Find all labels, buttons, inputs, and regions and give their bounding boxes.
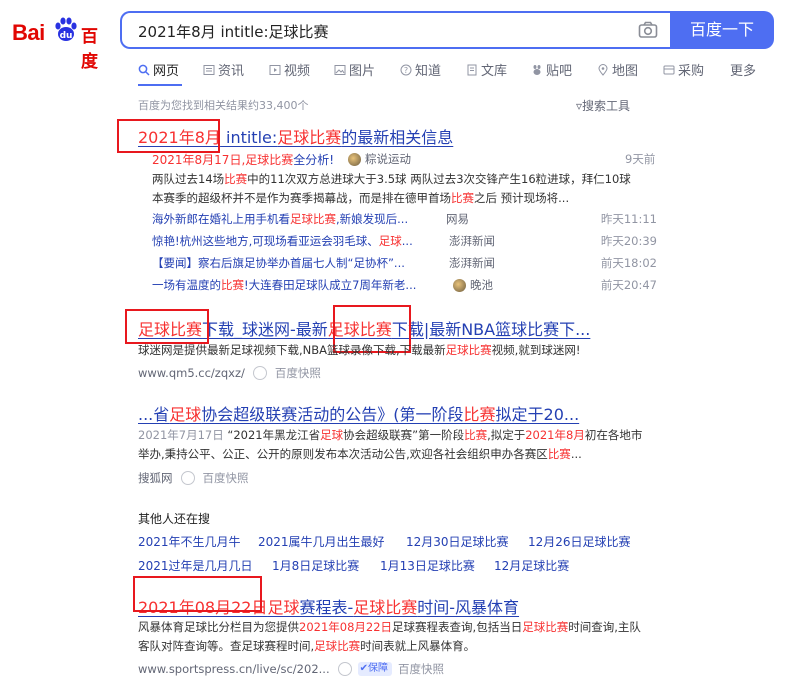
safety-badge[interactable]: ✔保障 xyxy=(357,662,392,676)
search-input[interactable]: 2021年8月 intitle:足球比赛 xyxy=(120,11,672,49)
question-icon: ? xyxy=(400,64,412,75)
result-snippet-1: 两队过去14场比赛中的11次双方总进球大于3.5球 两队过去3次交锋产生16粒进… xyxy=(152,170,662,208)
news-item-title[interactable]: 一场有温度的比赛!大连春田足球队成立7周年新老... xyxy=(152,277,416,293)
news-item-time: 昨天20:39 xyxy=(600,234,657,248)
paw-icon: du xyxy=(55,17,77,41)
tab-tieba[interactable]: 贴吧 xyxy=(531,60,572,79)
tieba-icon xyxy=(533,64,541,75)
news-item[interactable]: 一场有温度的比赛!大连春田足球队成立7周年新老... 晚池 前天20:47 xyxy=(152,277,657,297)
tab-zhidao[interactable]: ? 知道 xyxy=(400,60,441,79)
result-count: 百度为您找到相关结果约33,400个 xyxy=(138,99,309,112)
snippet-line: 风暴体育足球比分栏目为您提供2021年08月22日足球赛程表查询,包括当日足球比… xyxy=(138,620,641,634)
news-item-time: 昨天11:11 xyxy=(600,212,657,226)
logo-text-du: 百度 xyxy=(81,27,98,72)
result-snippet-4: 风暴体育足球比分栏目为您提供2021年08月22日足球赛程表查询,包括当日足球比… xyxy=(138,618,668,656)
snippet-line: 2021年7月17日 “2021年黑龙江省足球协会超级联赛”第一阶段比赛,拟定于… xyxy=(138,428,643,442)
tab-map[interactable]: 地图 xyxy=(597,60,638,79)
document-icon xyxy=(467,64,477,75)
video-icon xyxy=(269,64,281,75)
result-source-4: www.sportspress.cn/live/sc/202... ✔保障 百度… xyxy=(138,661,444,677)
result-source-2: www.qm5.cc/zqxz/ 百度快照 xyxy=(138,365,321,381)
related-search-link[interactable]: 12月26日足球比赛 xyxy=(528,533,631,550)
related-search-link[interactable]: 2021属牛几月出生最好 xyxy=(258,533,385,550)
search-tabs: 网页 资讯 视频 图片 ? 知道 文库 贴吧 地图 采购 更多 xyxy=(132,60,782,82)
result-snippet-2: 球迷网是提供最新足球视频下载,NBA篮球录像下载,下载最新足球比赛视频,就到球迷… xyxy=(138,343,581,357)
snapshot-link[interactable]: 百度快照 xyxy=(203,470,249,486)
more-options-icon[interactable] xyxy=(180,471,195,485)
news-item-source: 澎湃新闻 xyxy=(449,256,495,270)
result-source-3: 搜狐网 百度快照 xyxy=(138,470,249,486)
avatar xyxy=(453,278,466,292)
news-item[interactable]: 海外新郎在婚礼上用手机看足球比赛,新娘发现后... 网易 昨天11:11 xyxy=(152,211,657,231)
result-url[interactable]: www.sportspress.cn/live/sc/202... xyxy=(138,662,330,676)
search-tools-button[interactable]: ▿搜索工具 xyxy=(576,97,630,114)
tab-images[interactable]: 图片 xyxy=(334,60,375,79)
snippet-line: 本赛季的超级杯并不是作为赛季揭幕战，而是排在德甲首场比赛之后 预计现场将... xyxy=(152,191,570,205)
result-url[interactable]: www.qm5.cc/zqxz/ xyxy=(138,366,245,380)
news-item-title[interactable]: 【要闻】察右后旗足协举办首届七人制“足协杯”... xyxy=(152,255,405,271)
news-item[interactable]: 惊艳!杭州这些地方,可现场看亚运会羽毛球、足球... 澎湃新闻 昨天20:39 xyxy=(152,233,657,253)
news-item-source: 网易 xyxy=(446,212,469,226)
shield-icon: ✔ xyxy=(359,663,368,674)
avatar xyxy=(348,152,361,166)
news-time: 9天前 xyxy=(625,152,656,166)
related-searches-heading: 其他人还在搜 xyxy=(138,512,211,526)
news-headline[interactable]: 2021年8月17日,足球比赛全分析! xyxy=(152,151,334,168)
news-item-source: 晚池 xyxy=(453,277,493,293)
svg-text:?: ? xyxy=(404,66,408,75)
related-search-link[interactable]: 2021过年是几月几日 xyxy=(138,557,253,574)
highlight-box xyxy=(133,576,262,612)
highlight-box xyxy=(117,119,220,153)
tab-more[interactable]: 更多 xyxy=(730,60,756,79)
news-icon xyxy=(203,64,215,75)
logo-text-bai: Bai xyxy=(12,20,45,45)
result-snippet-3: 2021年7月17日 “2021年黑龙江省足球协会超级联赛”第一阶段比赛,拟定于… xyxy=(138,426,668,464)
snapshot-link[interactable]: 百度快照 xyxy=(275,365,321,381)
search-button[interactable]: 百度一下 xyxy=(670,11,774,49)
news-item[interactable]: 【要闻】察右后旗足协举办首届七人制“足协杯”... 澎湃新闻 前天18:02 xyxy=(152,255,657,275)
baidu-logo[interactable]: Bai du 百度 xyxy=(12,14,112,72)
tab-web[interactable]: 网页 xyxy=(138,60,179,79)
snippet-line: 两队过去14场比赛中的11次双方总进球大于3.5球 两队过去3次交锋产生16粒进… xyxy=(152,172,631,186)
highlight-box xyxy=(125,309,209,344)
tab-purchase[interactable]: 采购 xyxy=(663,60,704,79)
snippet-line: 举办,秉持公平、公正、公开的原则发布本次活动公告,欢迎各社会组织申办各赛区比赛.… xyxy=(138,447,582,461)
cart-icon xyxy=(663,65,675,74)
svg-text:du: du xyxy=(60,31,73,41)
search-icon xyxy=(138,64,150,76)
snapshot-link[interactable]: 百度快照 xyxy=(398,661,444,677)
news-item-title[interactable]: 惊艳!杭州这些地方,可现场看亚运会羽毛球、足球... xyxy=(152,233,413,249)
active-tab-indicator xyxy=(138,84,182,86)
more-options-icon[interactable] xyxy=(252,366,267,380)
result-source-name[interactable]: 搜狐网 xyxy=(138,470,173,486)
tab-news[interactable]: 资讯 xyxy=(203,60,244,79)
news-item-source: 澎湃新闻 xyxy=(449,234,495,248)
related-search-link[interactable]: 12月足球比赛 xyxy=(494,557,569,574)
news-source: 粽说运动 xyxy=(348,151,411,167)
related-search-link[interactable]: 12月30日足球比赛 xyxy=(406,533,509,550)
map-icon xyxy=(598,63,608,76)
camera-icon[interactable] xyxy=(638,21,658,39)
related-search-link[interactable]: 2021年不生几月牛 xyxy=(138,533,241,550)
related-search-link[interactable]: 1月8日足球比赛 xyxy=(272,557,359,574)
more-options-icon[interactable] xyxy=(337,662,352,676)
tab-video[interactable]: 视频 xyxy=(269,60,310,79)
search-query[interactable]: 2021年8月 intitle:足球比赛 xyxy=(138,21,329,42)
news-item-title[interactable]: 海外新郎在婚礼上用手机看足球比赛,新娘发现后... xyxy=(152,211,408,227)
header: Bai du 百度 2021年8月 intitle:足球比赛 百度一下 xyxy=(0,0,800,72)
snippet-line: 客队对阵查询等。查足球赛程时间,足球比赛时间表就上风暴体育。 xyxy=(138,639,476,653)
news-item-time: 前天20:47 xyxy=(600,278,657,292)
result-title-3[interactable]: ...省足球协会超级联赛活动的公告》(第一阶段比赛拟定于20... xyxy=(138,401,579,425)
image-icon xyxy=(334,64,346,75)
tab-wenku[interactable]: 文库 xyxy=(466,60,507,79)
news-item-time: 前天18:02 xyxy=(600,256,657,270)
related-search-link[interactable]: 1月13日足球比赛 xyxy=(380,557,475,574)
